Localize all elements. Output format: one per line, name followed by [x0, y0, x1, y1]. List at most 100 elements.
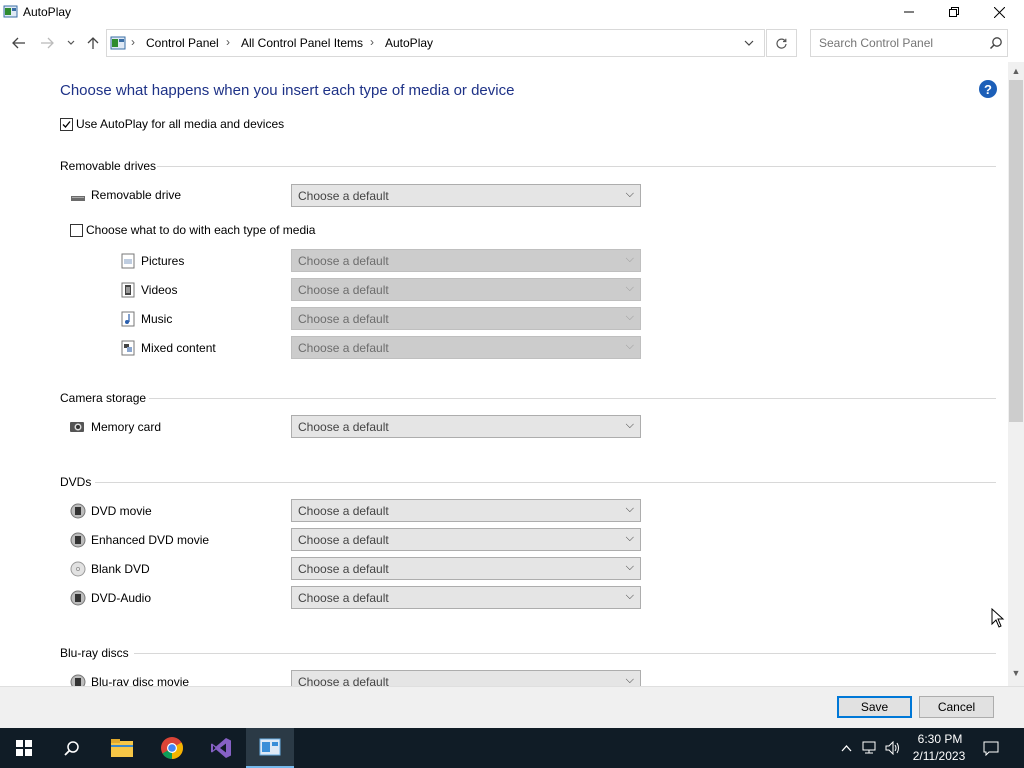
use-autoplay-label[interactable]: Use AutoPlay for all media and devices — [76, 117, 284, 131]
use-autoplay-checkbox[interactable] — [60, 118, 73, 131]
chevron-down-icon: ⌵ — [625, 532, 634, 544]
breadcrumb-all-items[interactable]: All Control Panel Items — [241, 36, 363, 50]
chevron-down-icon: ⌵ — [625, 340, 634, 352]
music-select[interactable]: Choose a default ⌵ — [291, 307, 641, 330]
enhanced-dvd-movie-select[interactable]: Choose a default ⌵ — [291, 528, 641, 551]
up-button[interactable] — [83, 34, 103, 52]
dvd-movie-icon — [70, 503, 86, 519]
blank-dvd-label: Blank DVD — [91, 562, 150, 576]
search-icon — [989, 37, 1002, 50]
network-icon[interactable] — [862, 740, 878, 756]
chevron-down-icon: ⌵ — [625, 188, 634, 200]
cancel-button[interactable]: Cancel — [919, 696, 994, 718]
section-divider — [95, 482, 996, 483]
refresh-button[interactable] — [766, 29, 797, 57]
page-title: Choose what happens when you insert each… — [60, 82, 515, 99]
breadcrumb-autoplay[interactable]: AutoPlay — [385, 36, 433, 50]
chrome-button[interactable] — [148, 728, 196, 768]
vertical-scrollbar[interactable]: ▲ ▼ — [1008, 62, 1024, 686]
section-divider — [134, 653, 996, 654]
dvd-movie-select[interactable]: Choose a default ⌵ — [291, 499, 641, 522]
select-value: Choose a default — [298, 189, 389, 203]
up-arrow-icon — [87, 37, 99, 49]
breadcrumb-separator-icon: › — [226, 35, 230, 49]
breadcrumb-control-panel[interactable]: Control Panel — [146, 36, 219, 50]
blank-dvd-select[interactable]: Choose a default ⌵ — [291, 557, 641, 580]
mouse-cursor-icon — [991, 608, 1005, 628]
start-button[interactable] — [0, 728, 48, 768]
visual-studio-icon — [211, 738, 231, 758]
chevron-down-icon: ⌵ — [625, 561, 634, 573]
forward-button[interactable] — [37, 34, 57, 52]
media-label-mixed-content: Mixed content — [141, 341, 216, 355]
select-value: Choose a default — [298, 675, 389, 686]
removable-drive-select[interactable]: Choose a default ⌵ — [291, 184, 641, 207]
taskbar-search-button[interactable] — [48, 728, 96, 768]
volume-icon[interactable] — [885, 740, 901, 756]
recent-locations-button[interactable] — [63, 34, 79, 52]
back-button[interactable] — [9, 34, 29, 52]
search-box[interactable] — [810, 29, 1008, 57]
memory-card-icon — [70, 422, 84, 432]
scroll-down-arrow-icon[interactable]: ▼ — [1008, 668, 1024, 682]
notifications-icon[interactable] — [983, 740, 999, 756]
forward-arrow-icon — [41, 37, 54, 49]
section-divider — [157, 166, 996, 167]
chevron-down-icon: ⌵ — [625, 674, 634, 686]
show-hidden-icons-chevron-up-icon[interactable] — [838, 740, 854, 756]
help-icon[interactable]: ? — [979, 80, 997, 98]
select-value: Choose a default — [298, 254, 389, 268]
control-panel-icon — [3, 5, 18, 18]
dvd-audio-select[interactable]: Choose a default ⌵ — [291, 586, 641, 609]
bluray-movie-icon — [70, 674, 86, 686]
memory-card-select[interactable]: Choose a default ⌵ — [291, 415, 641, 438]
mixed-content-select[interactable]: Choose a default ⌵ — [291, 336, 641, 359]
clock-time[interactable]: 6:30 PM — [912, 732, 968, 746]
removable-drive-label: Removable drive — [91, 188, 182, 202]
taskbar: 6:30 PM 2/11/2023 — [0, 728, 1024, 768]
pictures-select[interactable]: Choose a default ⌵ — [291, 249, 641, 272]
address-history-button[interactable] — [735, 29, 763, 57]
videos-select[interactable]: Choose a default ⌵ — [291, 278, 641, 301]
minimize-icon — [904, 11, 914, 13]
chevron-down-icon — [67, 40, 75, 45]
bluray-movie-select[interactable]: Choose a default ⌵ — [291, 670, 641, 686]
each-media-type-label[interactable]: Choose what to do with each type of medi… — [86, 223, 315, 237]
blank-dvd-icon — [70, 561, 86, 577]
enhanced-dvd-movie-label: Enhanced DVD movie — [91, 533, 210, 547]
clock-date[interactable]: 2/11/2023 — [908, 749, 970, 763]
address-bar[interactable]: › Control Panel › All Control Panel Item… — [106, 29, 765, 57]
search-icon — [64, 741, 79, 756]
section-title-removable: Removable drives — [60, 159, 157, 173]
chevron-down-icon: ⌵ — [625, 282, 634, 294]
chevron-down-icon: ⌵ — [625, 590, 634, 602]
memory-card-label: Memory card — [91, 420, 162, 434]
title-bar: AutoPlay — [0, 0, 1024, 24]
navigation-bar: › Control Panel › All Control Panel Item… — [0, 28, 1024, 58]
visual-studio-button[interactable] — [197, 728, 245, 768]
select-value: Choose a default — [298, 312, 389, 326]
save-button[interactable]: Save — [837, 696, 912, 718]
select-value: Choose a default — [298, 341, 389, 355]
scroll-up-arrow-icon[interactable]: ▲ — [1008, 66, 1024, 80]
dvd-audio-label: DVD-Audio — [91, 591, 152, 605]
section-divider — [149, 398, 996, 399]
close-icon — [993, 6, 1005, 18]
minimize-button[interactable] — [886, 0, 932, 24]
chevron-down-icon — [744, 40, 754, 46]
folder-icon — [111, 739, 133, 757]
enhanced-dvd-movie-icon — [70, 532, 86, 548]
close-button[interactable] — [976, 0, 1022, 24]
control-panel-icon — [259, 738, 281, 756]
each-media-type-checkbox[interactable] — [70, 224, 83, 237]
footer-bar: Save Cancel — [0, 686, 1024, 728]
select-value: Choose a default — [298, 504, 389, 518]
chevron-down-icon: ⌵ — [625, 503, 634, 515]
scrollbar-thumb[interactable] — [1009, 80, 1023, 422]
control-panel-taskbar-button[interactable] — [246, 728, 294, 768]
mixed-content-icon — [121, 340, 135, 356]
restore-button[interactable] — [931, 0, 977, 24]
select-value: Choose a default — [298, 533, 389, 547]
file-explorer-button[interactable] — [98, 728, 146, 768]
search-input[interactable] — [811, 30, 981, 56]
